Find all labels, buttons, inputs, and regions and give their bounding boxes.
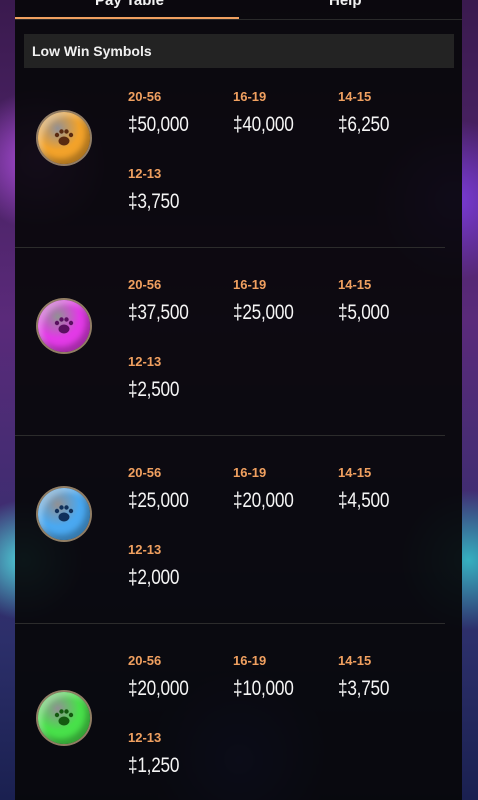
pay-range: 12-13 — [128, 166, 162, 181]
pink-paw-icon — [38, 300, 90, 352]
pay-amount: ‡6,250 — [338, 113, 390, 136]
pay-16-19: 16-19 ‡40,000 — [233, 89, 307, 137]
pay-20-56: 20-56 ‡50,000 — [128, 89, 202, 137]
tab-pay-table[interactable]: Pay Table — [95, 0, 164, 9]
pay-12-13: 12-13 ‡2,000 — [128, 542, 190, 590]
pay-amount: ‡25,000 — [233, 301, 294, 324]
pay-16-19: 16-19 ‡25,000 — [233, 277, 307, 325]
pay-14-15: 14-15 ‡3,750 — [338, 653, 400, 701]
pay-14-15: 14-15 ‡6,250 — [338, 89, 400, 137]
pay-amount: ‡20,000 — [233, 489, 294, 512]
pay-range: 16-19 — [233, 89, 267, 104]
pay-range: 14-15 — [338, 89, 372, 104]
pay-range: 12-13 — [128, 354, 162, 369]
pay-20-56: 20-56 ‡25,000 — [128, 465, 202, 513]
pay-amount: ‡4,500 — [338, 489, 390, 512]
pay-amount: ‡5,000 — [338, 301, 390, 324]
green-paw-icon — [38, 692, 90, 744]
orange-paw-icon — [38, 112, 90, 164]
tab-bar: Pay Table Help — [15, 0, 462, 20]
pay-12-13: 12-13 ‡3,750 — [128, 166, 190, 214]
pay-20-56: 20-56 ‡37,500 — [128, 277, 202, 325]
pay-amount: ‡40,000 — [233, 113, 294, 136]
pay-range: 12-13 — [128, 730, 162, 745]
pay-range: 16-19 — [233, 465, 267, 480]
pay-range: 20-56 — [128, 89, 162, 104]
paw-icon — [54, 317, 74, 334]
pay-range: 14-15 — [338, 653, 372, 668]
pay-amount: ‡2,500 — [128, 378, 180, 401]
pay-amount: ‡10,000 — [233, 677, 294, 700]
section-title: Low Win Symbols — [32, 43, 152, 59]
symbol-row-pink: 20-56 ‡37,500 16-19 ‡25,000 14-15 ‡5,000… — [15, 248, 462, 436]
pay-12-13: 12-13 ‡2,500 — [128, 354, 190, 402]
paw-icon — [54, 505, 74, 522]
pay-amount: ‡3,750 — [128, 190, 180, 213]
pay-20-56: 20-56 ‡20,000 — [128, 653, 202, 701]
pay-14-15: 14-15 ‡4,500 — [338, 465, 400, 513]
pay-range: 20-56 — [128, 465, 162, 480]
pay-range: 12-13 — [128, 542, 162, 557]
pay-range: 16-19 — [233, 653, 267, 668]
blue-paw-icon — [38, 488, 90, 540]
tab-divider — [15, 19, 462, 20]
pay-range: 20-56 — [128, 277, 162, 292]
pay-amount: ‡1,250 — [128, 754, 180, 777]
pay-range: 16-19 — [233, 277, 267, 292]
pay-range: 14-15 — [338, 277, 372, 292]
paytable-panel: Pay Table Help Low Win Symbols 20-56 ‡50… — [15, 0, 462, 800]
pay-range: 14-15 — [338, 465, 372, 480]
pay-amount: ‡3,750 — [338, 677, 390, 700]
pay-amount: ‡2,000 — [128, 566, 180, 589]
pay-16-19: 16-19 ‡20,000 — [233, 465, 307, 513]
symbol-row-green: 20-56 ‡20,000 16-19 ‡10,000 14-15 ‡3,750… — [15, 624, 462, 800]
pay-amount: ‡20,000 — [128, 677, 189, 700]
paw-icon — [54, 129, 74, 146]
paw-icon — [54, 709, 74, 726]
tab-help[interactable]: Help — [329, 0, 362, 9]
pay-amount: ‡50,000 — [128, 113, 189, 136]
pay-14-15: 14-15 ‡5,000 — [338, 277, 400, 325]
pay-amount: ‡25,000 — [128, 489, 189, 512]
pay-range: 20-56 — [128, 653, 162, 668]
pay-amount: ‡37,500 — [128, 301, 189, 324]
symbol-row-blue: 20-56 ‡25,000 16-19 ‡20,000 14-15 ‡4,500… — [15, 436, 462, 624]
symbol-row-orange: 20-56 ‡50,000 16-19 ‡40,000 14-15 ‡6,250… — [15, 60, 462, 248]
pay-16-19: 16-19 ‡10,000 — [233, 653, 307, 701]
pay-12-13: 12-13 ‡1,250 — [128, 730, 190, 778]
